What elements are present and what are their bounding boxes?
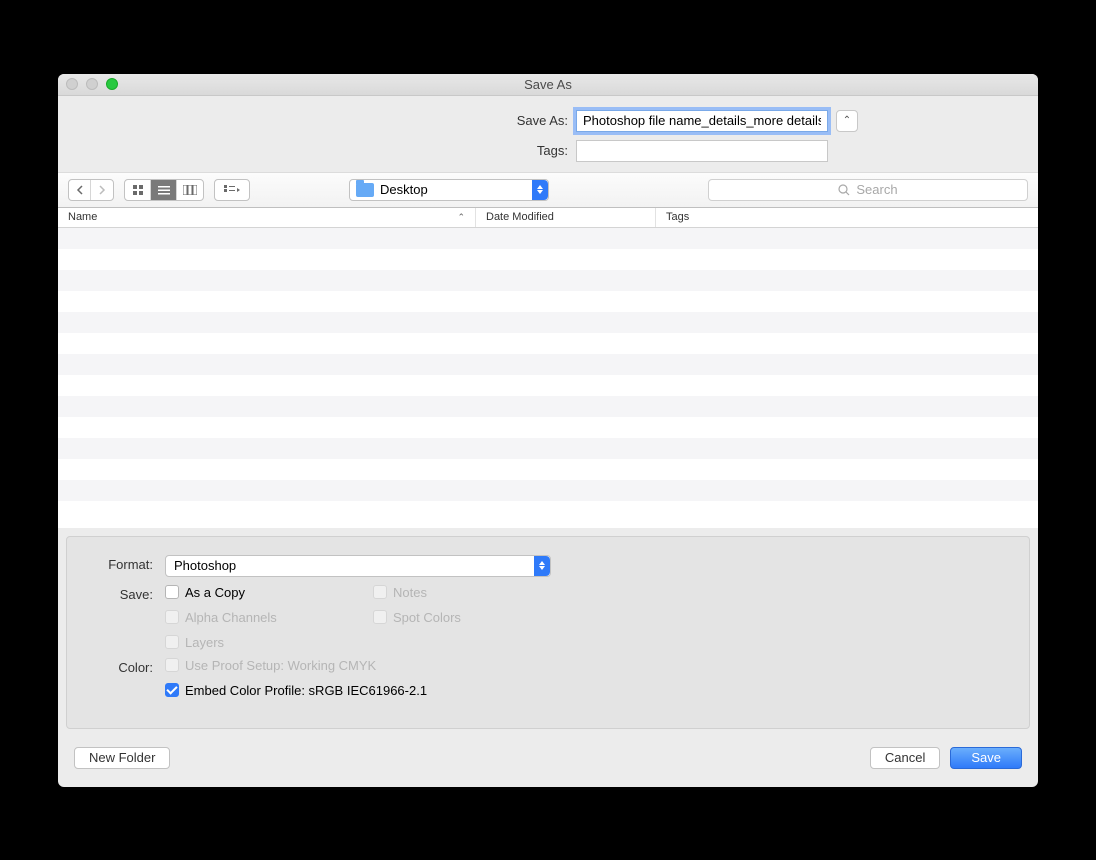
forward-button[interactable] — [91, 180, 113, 200]
location-label: Desktop — [380, 182, 428, 197]
list-item — [58, 417, 1038, 438]
save-options: Format: Photoshop Save: As a Copy — [66, 536, 1030, 729]
group-icon — [224, 185, 240, 195]
column-name[interactable]: Name ⌃ — [58, 208, 476, 227]
location-popup[interactable]: Desktop — [349, 179, 549, 201]
back-button[interactable] — [69, 180, 91, 200]
window-title: Save As — [58, 77, 1038, 92]
list-item — [58, 249, 1038, 270]
tags-input[interactable] — [576, 140, 828, 162]
format-value: Photoshop — [174, 558, 236, 573]
list-item — [58, 501, 1038, 522]
format-popup[interactable]: Photoshop — [165, 555, 551, 577]
checkbox-as-a-copy[interactable]: As a Copy — [165, 585, 295, 600]
column-date-modified[interactable]: Date Modified — [476, 208, 656, 227]
chevron-up-icon: ⌃ — [843, 115, 851, 126]
list-item — [58, 270, 1038, 291]
list-item — [58, 333, 1038, 354]
chevron-right-icon — [98, 185, 106, 195]
grid-icon — [132, 184, 144, 196]
folder-icon — [356, 183, 374, 197]
icon-view-button[interactable] — [125, 180, 151, 200]
search-field[interactable]: Search — [708, 179, 1028, 201]
stepper-icon — [534, 556, 550, 576]
color-label: Color: — [83, 658, 153, 675]
list-item — [58, 396, 1038, 417]
save-as-dialog: Save As Save As: ⌃ Tags: — [58, 74, 1038, 787]
checkbox-spot-colors: Spot Colors — [373, 610, 461, 625]
cancel-button[interactable]: Cancel — [870, 747, 940, 769]
filename-form: Save As: ⌃ Tags: — [58, 96, 1038, 172]
view-mode-segmented — [124, 179, 204, 201]
expand-collapse-button[interactable]: ⌃ — [836, 110, 858, 132]
list-item — [58, 354, 1038, 375]
stepper-icon — [532, 180, 548, 200]
column-tags[interactable]: Tags — [656, 208, 1038, 227]
list-item — [58, 438, 1038, 459]
save-button[interactable]: Save — [950, 747, 1022, 769]
column-view-button[interactable] — [177, 180, 203, 200]
search-placeholder: Search — [856, 182, 897, 197]
list-view-button[interactable] — [151, 180, 177, 200]
file-list[interactable] — [58, 228, 1038, 528]
format-label: Format: — [83, 555, 153, 572]
save-label: Save: — [83, 585, 153, 602]
nav-back-forward — [68, 179, 114, 201]
filename-input[interactable] — [576, 110, 828, 132]
group-menu[interactable] — [214, 179, 250, 201]
dialog-footer: New Folder Cancel Save — [58, 737, 1038, 787]
list-icon — [158, 185, 170, 195]
sort-ascending-icon: ⌃ — [457, 212, 465, 223]
minimize-icon[interactable] — [86, 78, 98, 90]
checkbox-use-proof-setup: Use Proof Setup: Working CMYK — [165, 658, 427, 673]
search-icon — [838, 184, 850, 196]
checkbox-layers: Layers — [165, 635, 224, 650]
list-item — [58, 291, 1038, 312]
column-headers: Name ⌃ Date Modified Tags — [58, 208, 1038, 228]
list-item — [58, 459, 1038, 480]
checkbox-notes: Notes — [373, 585, 427, 600]
columns-icon — [183, 185, 197, 195]
list-item — [58, 312, 1038, 333]
close-icon[interactable] — [66, 78, 78, 90]
save-as-label: Save As: — [238, 113, 568, 128]
tags-label: Tags: — [238, 143, 568, 158]
checkbox-alpha-channels: Alpha Channels — [165, 610, 295, 625]
list-item — [58, 375, 1038, 396]
list-item — [58, 480, 1038, 501]
chevron-left-icon — [76, 185, 84, 195]
browser-toolbar: Desktop Search — [58, 172, 1038, 208]
zoom-icon[interactable] — [106, 78, 118, 90]
list-item — [58, 228, 1038, 249]
new-folder-button[interactable]: New Folder — [74, 747, 170, 769]
checkbox-embed-color-profile[interactable]: Embed Color Profile: sRGB IEC61966-2.1 — [165, 683, 427, 698]
titlebar[interactable]: Save As — [58, 74, 1038, 96]
